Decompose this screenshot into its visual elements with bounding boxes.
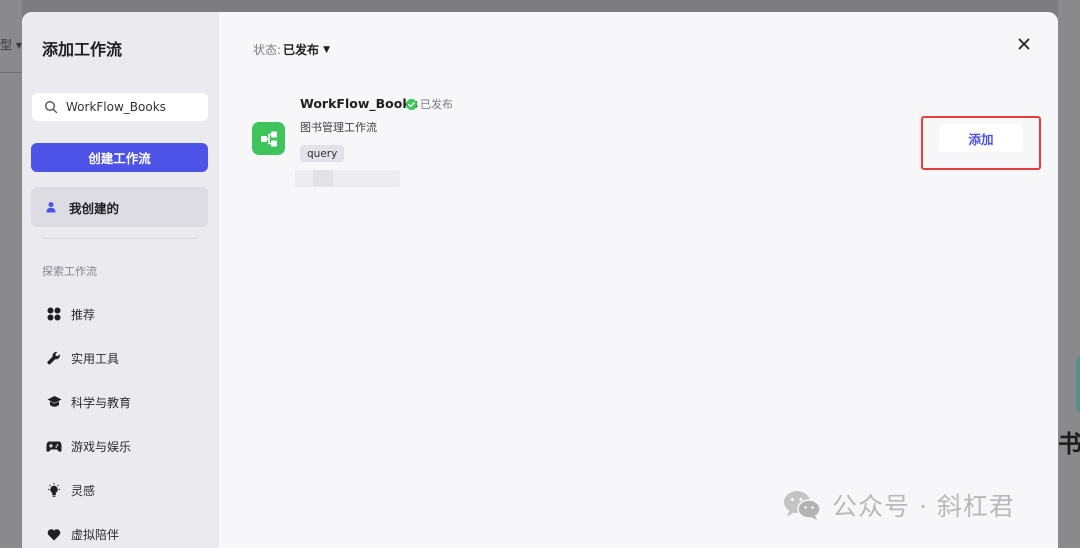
category-item-inspiration[interactable]: 灵感: [46, 478, 206, 502]
caret-down-icon: ▼: [323, 44, 330, 55]
close-button[interactable]: [1014, 34, 1034, 54]
published-badge: 已发布: [406, 96, 453, 112]
category-item-science-education[interactable]: 科学与教育: [46, 390, 206, 414]
workflow-list-panel: 状态: 已发布 ▼ WorkFlow_Books 已发布 图书管理工作流 que…: [219, 12, 1058, 548]
background-page-right: 书: [1058, 0, 1080, 548]
lightbulb-icon: [46, 482, 62, 498]
gamepad-icon: [46, 438, 62, 454]
category-item-recommend[interactable]: 推荐: [46, 302, 206, 326]
background-text-fragment: 书: [1058, 430, 1080, 458]
workflow-tag: query: [300, 145, 345, 162]
category-label: 实用工具: [71, 351, 120, 366]
status-filter-label: 状态:: [253, 43, 282, 57]
sidebar-divider: [42, 238, 198, 239]
background-tile: [1076, 356, 1080, 412]
blurred-author-info: [295, 170, 400, 187]
category-label: 科学与教育: [71, 395, 132, 410]
workflow-nodes-icon: [260, 131, 277, 146]
add-workflow-button[interactable]: 添加: [939, 124, 1023, 152]
wrench-icon: [46, 350, 62, 366]
sidebar-item-label: 我创建的: [69, 200, 120, 216]
status-filter-dropdown[interactable]: 状态: 已发布 ▼: [253, 41, 330, 58]
status-filter-value: 已发布: [283, 43, 320, 57]
close-icon: [1018, 38, 1030, 50]
search-input[interactable]: [66, 100, 196, 114]
workflow-icon: [252, 122, 285, 155]
watermark-text: 公众号 · 斜杠君: [832, 492, 1015, 521]
create-workflow-button[interactable]: 创建工作流: [31, 143, 208, 172]
sidebar-item-my-created[interactable]: 我创建的: [31, 187, 208, 227]
category-item-games[interactable]: 游戏与娱乐: [46, 434, 206, 458]
background-divider: [0, 72, 22, 73]
dialog-title: 添加工作流: [42, 40, 123, 59]
search-icon: [45, 101, 58, 114]
published-status-text: 已发布: [420, 98, 453, 111]
check-circle-icon: [406, 98, 417, 110]
category-label: 游戏与娱乐: [71, 439, 132, 454]
background-page-left: 型 ▾: [0, 0, 22, 548]
wechat-icon: [784, 491, 821, 520]
workflow-name: WorkFlow_Books: [300, 96, 419, 111]
search-box[interactable]: [32, 93, 208, 121]
category-label: 灵感: [71, 483, 96, 498]
category-label: 推荐: [71, 307, 96, 322]
grid-icon: [46, 306, 62, 322]
explore-section-label: 探索工作流: [42, 265, 97, 278]
watermark: 公众号 · 斜杠君: [782, 487, 1015, 523]
category-item-tools[interactable]: 实用工具: [46, 346, 206, 370]
add-workflow-dialog: 添加工作流 创建工作流 我创建的 探索工作流: [22, 12, 1058, 548]
category-label: 虚拟陪伴: [71, 527, 120, 542]
workflow-description: 图书管理工作流: [300, 121, 377, 134]
user-icon: [46, 202, 56, 213]
background-model-fragment: 型 ▾: [0, 38, 22, 52]
sidebar: 添加工作流 创建工作流 我创建的 探索工作流: [22, 12, 219, 548]
graduation-cap-icon: [46, 394, 62, 410]
heart-icon: [46, 526, 62, 542]
category-item-companion[interactable]: 虚拟陪伴: [46, 522, 206, 546]
